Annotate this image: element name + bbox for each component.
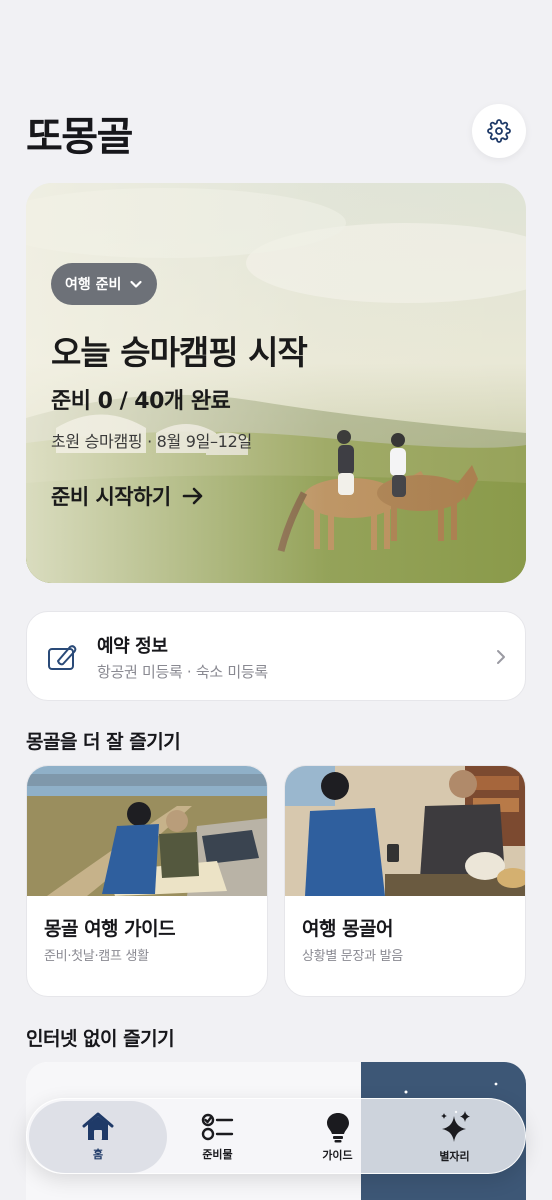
tab-guide-label: 가이드 bbox=[322, 1149, 353, 1162]
section-title-enjoy: 몽골을 더 잘 즐기기 bbox=[26, 731, 181, 753]
guide-card-mongolian-phrases[interactable]: 여행 몽골어 상황별 문장과 발음 bbox=[284, 765, 526, 997]
guide-card-title: 여행 몽골어 bbox=[302, 918, 394, 940]
prep-progress: 준비 0 / 40개 완료 bbox=[51, 389, 231, 414]
shop-conversation-illustration bbox=[285, 766, 525, 896]
tab-home[interactable]: 홈 bbox=[29, 1101, 167, 1173]
start-prep-label: 준비 시작하기 bbox=[51, 485, 171, 509]
gear-icon bbox=[487, 119, 511, 143]
arrow-right-icon bbox=[182, 487, 203, 505]
page-title: 또몽골 bbox=[26, 114, 133, 160]
tab-checklist-label: 준비물 bbox=[202, 1148, 233, 1161]
map-reading-illustration bbox=[27, 766, 267, 896]
section-title-offline: 인터넷 없이 즐기기 bbox=[26, 1028, 175, 1050]
guide-card-title: 몽골 여행 가이드 bbox=[44, 918, 176, 940]
reservation-title: 예약 정보 bbox=[97, 636, 168, 657]
guide-card-subtitle: 상황별 문장과 발음 bbox=[302, 949, 403, 964]
trip-selector-label: 여행 준비 bbox=[65, 277, 122, 293]
edit-document-icon bbox=[48, 645, 77, 670]
tab-constellations-label: 별자리 bbox=[439, 1150, 470, 1163]
settings-button[interactable] bbox=[472, 104, 526, 158]
checklist-icon bbox=[201, 1113, 233, 1141]
chevron-right-icon bbox=[497, 650, 505, 664]
guide-card-travel-guide[interactable]: 몽골 여행 가이드 준비·첫날·캠프 생활 bbox=[26, 765, 268, 997]
chevron-down-icon bbox=[130, 280, 143, 288]
tab-constellations[interactable]: 별자리 bbox=[392, 1099, 517, 1175]
tab-checklist[interactable]: 준비물 bbox=[155, 1099, 280, 1175]
hero-title: 오늘 승마캠핑 시작 bbox=[51, 333, 308, 372]
lightbulb-icon bbox=[326, 1113, 349, 1143]
guide-card-subtitle: 준비·첫날·캠프 생활 bbox=[44, 949, 149, 964]
reservation-card[interactable]: 예약 정보 항공권 미등록 · 숙소 미등록 bbox=[26, 611, 526, 701]
reservation-status: 항공권 미등록 · 숙소 미등록 bbox=[97, 663, 268, 681]
tab-guide[interactable]: 가이드 bbox=[275, 1099, 400, 1175]
bottom-tab-bar: 홈 준비물 가이드 별자리 bbox=[26, 1098, 526, 1174]
start-prep-button[interactable]: 준비 시작하기 bbox=[51, 481, 205, 511]
trip-summary: 초원 승마캠핑 · 8월 9일–12일 bbox=[51, 432, 252, 451]
sparkles-icon bbox=[440, 1111, 470, 1142]
tab-home-label: 홈 bbox=[92, 1148, 104, 1161]
trip-hero-card[interactable]: 여행 준비 오늘 승마캠핑 시작 준비 0 / 40개 완료 초원 승마캠핑 ·… bbox=[26, 183, 526, 583]
trip-selector[interactable]: 여행 준비 bbox=[51, 263, 158, 305]
home-icon bbox=[82, 1112, 114, 1140]
